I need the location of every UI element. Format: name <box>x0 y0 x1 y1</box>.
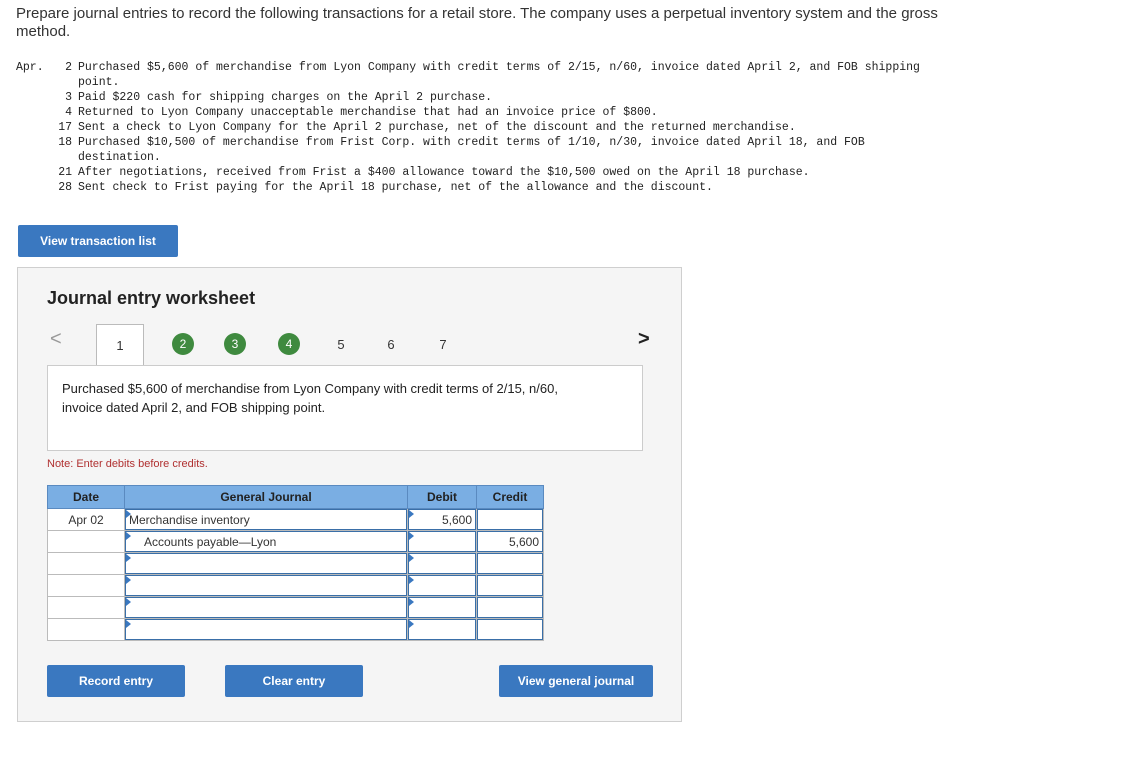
credit-cell[interactable]: 5,600 <box>476 530 544 553</box>
date-cell[interactable] <box>47 596 125 619</box>
completed-badge: 4 <box>278 333 300 355</box>
debit-header: Debit <box>407 485 477 509</box>
tab-2[interactable]: 2 <box>160 324 206 364</box>
transaction-text: After negotiations, received from Frist … <box>78 166 810 179</box>
tab-1[interactable]: 1 <box>96 324 144 366</box>
journal-entry-worksheet-panel: Journal entry worksheet < > 1 2 3 4 5 6 … <box>17 267 682 722</box>
view-general-journal-button[interactable]: View general journal <box>499 665 653 697</box>
date-cell[interactable] <box>47 552 125 575</box>
credit-header: Credit <box>476 485 544 509</box>
completed-badge: 3 <box>224 333 246 355</box>
transaction-day: 2 <box>65 61 72 74</box>
transaction-day: 28 <box>58 181 72 194</box>
transaction-text: point. <box>78 76 120 89</box>
account-header: General Journal <box>124 485 408 509</box>
credit-cell[interactable] <box>476 574 544 597</box>
transaction-row-cont: destination. <box>16 150 958 165</box>
transaction-list: Apr. 2 Purchased $5,600 of merchandise fro… <box>16 60 958 195</box>
date-cell[interactable] <box>47 618 125 641</box>
credit-cell[interactable] <box>476 618 544 641</box>
debit-cell[interactable] <box>407 552 477 575</box>
date-header: Date <box>47 485 125 509</box>
account-cell[interactable] <box>124 574 408 597</box>
tab-5[interactable]: 5 <box>318 324 364 364</box>
completed-badge: 2 <box>172 333 194 355</box>
account-cell[interactable]: Merchandise inventory <box>124 508 408 531</box>
prev-arrow-icon[interactable]: < <box>50 328 62 351</box>
transaction-row: 21 After negotiations, received from Fris… <box>16 165 958 180</box>
credit-input[interactable]: 5,600 <box>509 535 539 549</box>
transaction-text: Purchased $10,500 of merchandise from Fr… <box>78 136 865 149</box>
account-cell[interactable]: Accounts payable—Lyon <box>124 530 408 553</box>
debit-input[interactable]: 5,600 <box>442 513 472 527</box>
debit-cell[interactable]: 5,600 <box>407 508 477 531</box>
table-row <box>47 618 544 641</box>
account-input[interactable]: Accounts payable—Lyon <box>126 535 276 549</box>
date-cell[interactable] <box>47 530 125 553</box>
account-input[interactable]: Merchandise inventory <box>126 513 250 527</box>
transaction-text: Sent check to Frist paying for the April… <box>78 181 713 194</box>
transaction-row: 18 Purchased $10,500 of merchandise from … <box>16 135 958 150</box>
next-arrow-icon[interactable]: > <box>638 328 650 351</box>
instructions-text: Prepare journal entries to record the fo… <box>16 5 938 40</box>
transaction-row: 4 Returned to Lyon Company unacceptable m… <box>16 105 958 120</box>
general-journal-table: Date General Journal Debit Credit Apr 02… <box>47 485 544 641</box>
credit-cell[interactable] <box>476 508 544 531</box>
table-row: Accounts payable—Lyon 5,600 <box>47 530 544 553</box>
transaction-row-cont: point. <box>16 75 958 90</box>
worksheet-title: Journal entry worksheet <box>47 288 256 308</box>
transaction-description-box: Purchased $5,600 of merchandise from Lyo… <box>47 365 643 451</box>
transaction-day: 21 <box>58 166 72 179</box>
transaction-text: Sent a check to Lyon Company for the Apr… <box>78 121 796 134</box>
date-cell[interactable] <box>47 574 125 597</box>
credit-cell[interactable] <box>476 596 544 619</box>
transaction-row: 3 Paid $220 cash for shipping charges on … <box>16 90 958 105</box>
transaction-text: Returned to Lyon Company unacceptable me… <box>78 106 658 119</box>
tab-6[interactable]: 6 <box>368 324 414 364</box>
debit-cell[interactable] <box>407 530 477 553</box>
table-row <box>47 552 544 575</box>
tab-7[interactable]: 7 <box>420 324 466 364</box>
debit-cell[interactable] <box>407 574 477 597</box>
transaction-row: 17 Sent a check to Lyon Company for the A… <box>16 120 958 135</box>
table-row <box>47 574 544 597</box>
transaction-row: 28 Sent check to Frist paying for the Apr… <box>16 180 958 195</box>
account-cell[interactable] <box>124 618 408 641</box>
transaction-day: 3 <box>65 91 72 104</box>
view-transaction-list-button[interactable]: View transaction list <box>18 225 178 257</box>
transaction-day: 4 <box>65 106 72 119</box>
account-cell[interactable] <box>124 552 408 575</box>
record-entry-button[interactable]: Record entry <box>47 665 185 697</box>
transaction-day: 17 <box>58 121 72 134</box>
debit-cell[interactable] <box>407 596 477 619</box>
transaction-description: Purchased $5,600 of merchandise from Lyo… <box>62 381 558 415</box>
table-row: Apr 02 Merchandise inventory 5,600 <box>47 508 544 531</box>
table-row <box>47 596 544 619</box>
debits-note: Note: Enter debits before credits. <box>47 458 208 470</box>
tab-3[interactable]: 3 <box>212 324 258 364</box>
tab-4[interactable]: 4 <box>266 324 312 364</box>
date-cell[interactable]: Apr 02 <box>47 508 125 531</box>
credit-cell[interactable] <box>476 552 544 575</box>
debit-cell[interactable] <box>407 618 477 641</box>
month-label: Apr. <box>16 61 44 74</box>
transaction-text: destination. <box>78 151 161 164</box>
transaction-row: Apr. 2 Purchased $5,600 of merchandise fro… <box>16 60 958 75</box>
account-cell[interactable] <box>124 596 408 619</box>
transaction-text: Paid $220 cash for shipping charges on t… <box>78 91 493 104</box>
transaction-text: Purchased $5,600 of merchandise from Lyo… <box>78 61 920 74</box>
transaction-day: 18 <box>58 136 72 149</box>
clear-entry-button[interactable]: Clear entry <box>225 665 363 697</box>
